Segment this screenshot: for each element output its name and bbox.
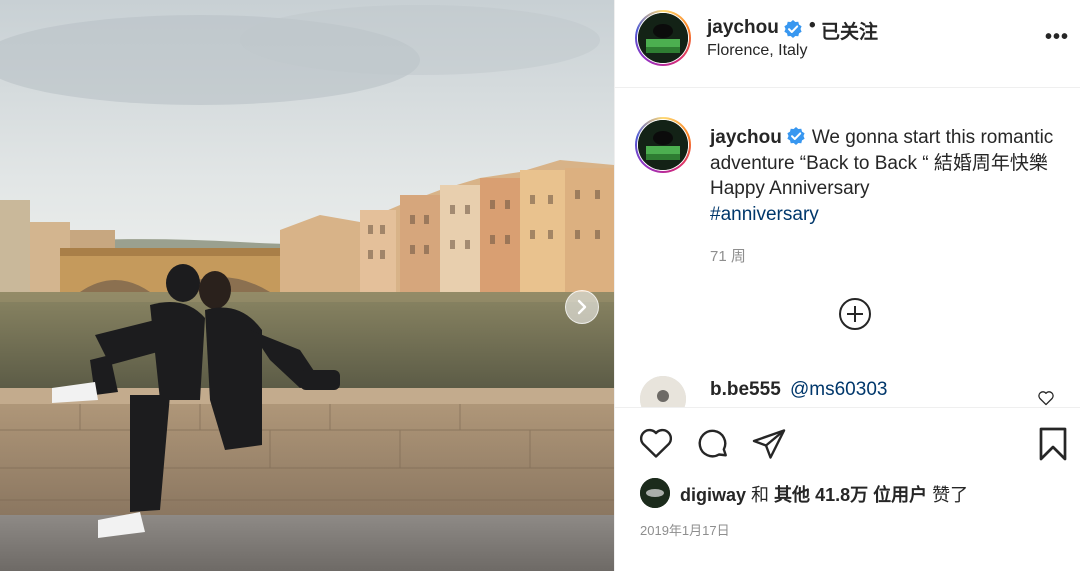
comment-item: b.be555 @ms60303 [615,376,1080,407]
likes-others-prefix[interactable]: 其他 [774,485,810,505]
caption-username[interactable]: jaychou [710,127,782,148]
commenter-avatar-icon [640,376,686,407]
caption-hashtag[interactable]: #anniversary [710,204,819,225]
carousel-next-button[interactable] [565,290,599,324]
post-header: jaychou • 已关注 Florence, Italy ••• [615,0,1080,88]
post-side-panel: jaychou • 已关注 Florence, Italy ••• jaycho… [614,0,1080,571]
commenter-username[interactable]: b.be555 [710,379,781,401]
post-location[interactable]: Florence, Italy [707,42,807,60]
likes-others-suffix[interactable]: 位用户 [873,485,927,505]
likes-count[interactable]: 41.8万 [815,485,868,505]
comment-like-icon[interactable] [1037,390,1055,406]
verified-badge-icon [784,20,802,38]
verified-badge-icon [787,127,805,145]
caption-author-avatar[interactable] [635,117,691,173]
post-date[interactable]: 2019年1月17日 [640,520,730,539]
header-separator: • [809,15,816,36]
comments-area: jaychou We gonna start this romantic adv… [615,89,1080,407]
post-caption: jaychou We gonna start this romantic adv… [710,125,1060,227]
green-hornet-avatar-icon [638,120,688,170]
following-button[interactable]: 已关注 [821,17,878,44]
like-heart-icon[interactable] [638,426,674,460]
save-bookmark-icon[interactable] [1036,426,1070,462]
more-options-icon[interactable]: ••• [1045,26,1069,49]
green-hornet-avatar-icon [638,13,688,63]
comment-mention[interactable]: @ms60303 [790,379,887,401]
load-more-comments-icon[interactable] [838,297,872,331]
likes-connector: 和 [751,485,770,505]
carousel-next-icon [577,299,587,315]
commenter-avatar[interactable] [640,376,686,407]
share-paper-plane-icon[interactable] [751,426,787,462]
liker-username[interactable]: digiway [680,485,746,505]
author-username[interactable]: jaychou [707,17,779,39]
author-avatar[interactable] [635,10,691,66]
post-actions: digiway 和 其他 41.8万 位用户 赞了 2019年1月17日 [615,407,1080,571]
liker-avatar-icon [640,478,670,508]
likes-verb: 赞了 [932,485,969,505]
liker-avatar[interactable] [640,478,670,508]
likes-text: digiway 和 其他 41.8万 位用户 赞了 [680,481,968,507]
post-photo[interactable] [0,0,614,571]
florence-scene-image [0,0,614,571]
comment-bubble-icon[interactable] [695,426,731,462]
caption-timestamp: 71 周 [710,248,746,265]
